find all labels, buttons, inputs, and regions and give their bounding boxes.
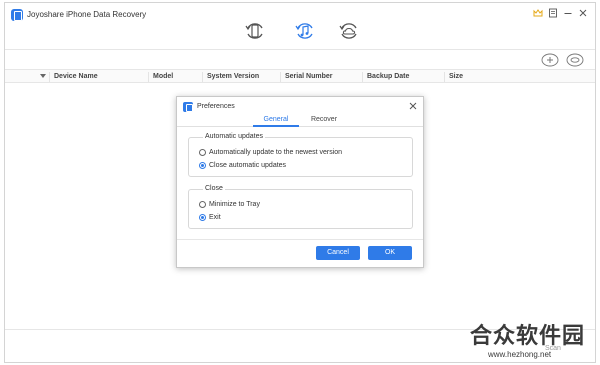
icloud-icon[interactable] — [337, 19, 361, 43]
ios-device-icon[interactable] — [243, 19, 267, 43]
radio-auto-update[interactable]: Automatically update to the newest versi… — [199, 148, 399, 158]
tab-general[interactable]: General — [253, 115, 299, 127]
title-bar: Joyoshare iPhone Data Recovery — [5, 3, 595, 47]
menu-icon[interactable] — [548, 8, 558, 18]
sort-dropdown-icon[interactable] — [40, 74, 46, 78]
cancel-button[interactable]: Cancel — [316, 246, 360, 260]
column-header-system-version[interactable]: System Version — [202, 72, 259, 82]
premium-icon[interactable] — [533, 8, 543, 18]
app-logo-icon — [183, 102, 193, 112]
watermark-text: 合众软件园 — [470, 324, 586, 349]
close-icon[interactable] — [408, 101, 418, 111]
toolbar-divider — [5, 49, 595, 50]
watermark: 合众软件园 www.hezhong.net — [470, 318, 598, 362]
group-legend: Automatic updates — [203, 133, 265, 140]
radio-label: Minimize to Tray — [209, 201, 260, 208]
column-header-serial-number[interactable]: Serial Number — [280, 72, 332, 82]
column-header-size[interactable]: Size — [444, 72, 463, 82]
radio-label: Close automatic updates — [209, 162, 287, 169]
radio-label: Exit — [209, 214, 221, 221]
app-title: Joyoshare iPhone Data Recovery — [27, 10, 147, 19]
dialog-footer: Cancel OK — [177, 239, 423, 267]
column-header-model[interactable]: Model — [148, 72, 173, 82]
group-legend: Close — [203, 185, 225, 192]
ok-button[interactable]: OK — [368, 246, 412, 260]
radio-exit[interactable]: Exit — [199, 213, 399, 223]
radio-button[interactable] — [199, 149, 206, 156]
window-controls — [533, 8, 589, 20]
tab-recover[interactable]: Recover — [303, 115, 345, 127]
minimize-icon[interactable] — [563, 8, 573, 18]
link-icon[interactable] — [566, 53, 584, 67]
table-header: Device Name Model System Version Serial … — [5, 69, 595, 83]
table-actions — [541, 53, 585, 67]
column-header-backup-date[interactable]: Backup Date — [362, 72, 409, 82]
radio-button[interactable] — [199, 201, 206, 208]
radio-button[interactable] — [199, 162, 206, 169]
add-icon[interactable] — [541, 53, 559, 67]
dialog-tabs: General Recover — [177, 113, 423, 127]
close-behavior-group: Close Minimize to Tray Exit — [188, 185, 413, 229]
radio-label: Automatically update to the newest versi… — [209, 149, 343, 156]
close-icon[interactable] — [578, 8, 588, 18]
radio-minimize-to-tray[interactable]: Minimize to Tray — [199, 200, 399, 210]
dialog-title: Preferences — [197, 103, 235, 110]
watermark-url: www.hezhong.net — [488, 350, 552, 359]
preferences-dialog: Preferences General Recover Automatic up… — [176, 96, 424, 268]
automatic-updates-group: Automatic updates Automatically update t… — [188, 133, 413, 177]
itunes-icon[interactable] — [293, 19, 317, 43]
column-header-device-name[interactable]: Device Name — [49, 72, 98, 82]
radio-close-auto-updates[interactable]: Close automatic updates — [199, 161, 399, 171]
app-logo-icon — [11, 9, 23, 21]
radio-button[interactable] — [199, 214, 206, 221]
